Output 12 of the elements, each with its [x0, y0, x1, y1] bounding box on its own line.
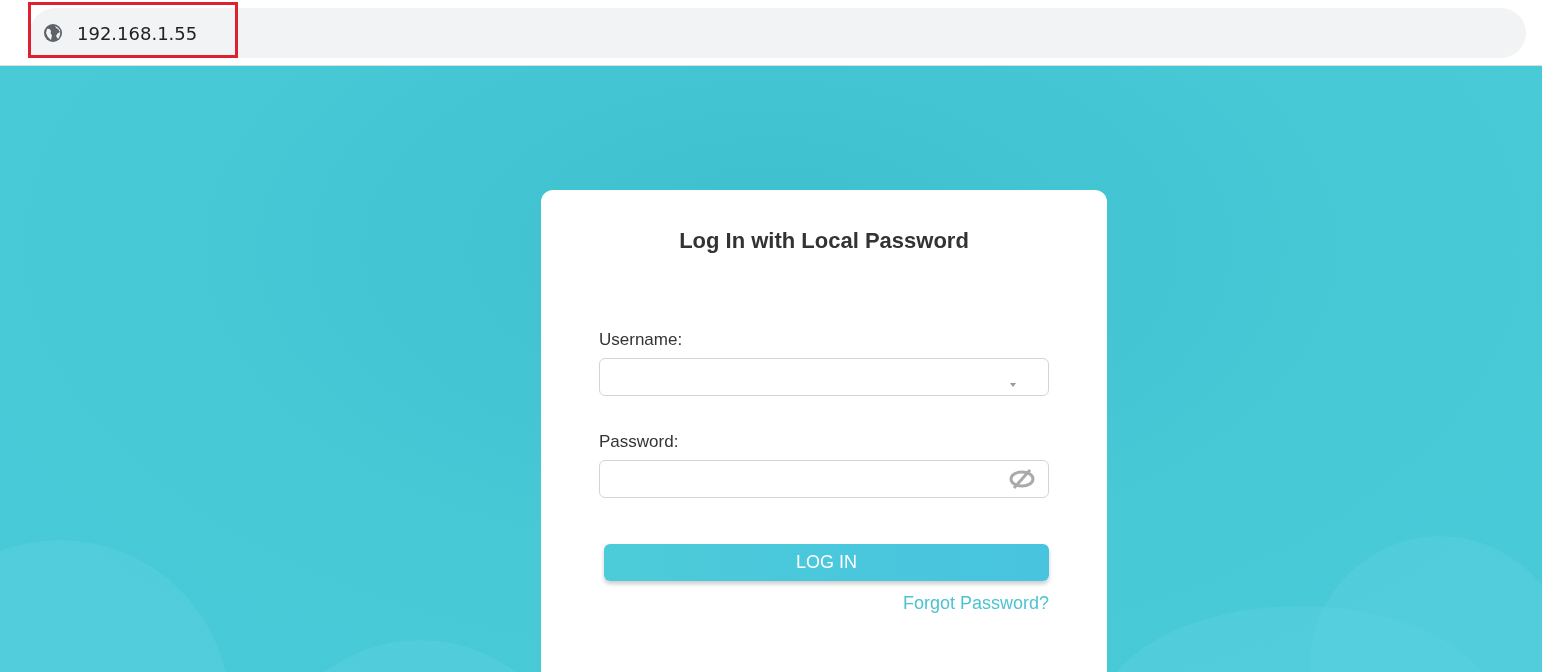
field-label: Password:	[599, 432, 680, 452]
forgot-password-link[interactable]: Forgot Password?	[902, 593, 1049, 614]
caret-icon[interactable]	[1010, 383, 1016, 387]
address-bar[interactable]: 192.168.1.55	[30, 8, 1526, 58]
globe-icon	[43, 23, 63, 43]
login-title: Log In with Local Password	[678, 228, 970, 254]
url-text: 192.168.1.55	[77, 22, 198, 44]
field-label: Username:	[599, 330, 684, 350]
password-field[interactable]	[599, 460, 1049, 498]
login-button[interactable]: LOG IN	[604, 544, 1049, 581]
username-field[interactable]	[599, 358, 1049, 396]
eye-off-icon[interactable]	[1008, 468, 1036, 490]
